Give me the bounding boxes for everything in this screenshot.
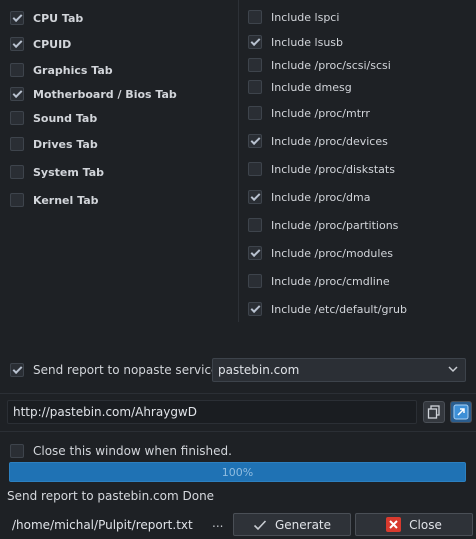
tab-checkbox[interactable]	[10, 111, 24, 125]
paste-url-value: http://pastebin.com/AhraygwD	[13, 405, 197, 419]
tab-label: Drives Tab	[33, 137, 98, 151]
tabs-panel: CPU Tab CPUID Graphics Tab Motherboard / Bi…	[0, 0, 238, 322]
include-checkbox[interactable]	[248, 218, 262, 232]
generate-label: Generate	[274, 517, 332, 532]
divider	[0, 393, 476, 394]
tab-row[interactable]: Graphics Tab	[10, 59, 113, 81]
nopaste-label: Send report to nopaste service:	[33, 363, 223, 377]
include-checkbox[interactable]	[248, 80, 262, 94]
tab-label: Graphics Tab	[33, 63, 113, 77]
close-when-finished-row[interactable]: Close this window when finished.	[10, 440, 232, 462]
progress-bar: 100%	[9, 462, 466, 482]
copy-icon	[427, 405, 440, 419]
close-label: Close	[409, 517, 442, 532]
status-text: Send report to pastebin.com Done	[7, 489, 215, 503]
include-checkbox[interactable]	[248, 134, 262, 148]
close-when-finished-checkbox[interactable]	[10, 444, 24, 458]
nopaste-service-value: pastebin.com	[218, 363, 300, 377]
include-label: Include lspci	[271, 10, 340, 24]
tab-label: Sound Tab	[33, 111, 98, 125]
include-row[interactable]: Include /proc/modules	[248, 242, 393, 264]
report-path-field[interactable]: /home/michal/Pulpit/report.txt	[7, 514, 228, 536]
include-label: Include dmesg	[271, 80, 352, 94]
nopaste-checkbox[interactable]	[10, 363, 24, 377]
include-row[interactable]: Include lsusb	[248, 31, 343, 53]
open-url-button[interactable]	[450, 401, 472, 423]
close-icon	[386, 517, 402, 532]
tab-row[interactable]: Kernel Tab	[10, 189, 99, 211]
tab-row[interactable]: CPUID	[10, 33, 71, 55]
include-row[interactable]: Include /proc/scsi/scsi	[248, 54, 391, 76]
tab-row[interactable]: CPU Tab	[10, 7, 83, 29]
report-path-value: /home/michal/Pulpit/report.txt	[12, 518, 193, 532]
tab-row[interactable]: Sound Tab	[10, 107, 97, 129]
include-row[interactable]: Include /proc/mtrr	[248, 102, 370, 124]
tab-row[interactable]: Motherboard / Bios Tab	[10, 83, 177, 105]
open-link-icon	[453, 404, 469, 420]
include-label: Include /proc/mtrr	[271, 106, 370, 120]
include-label: Include /proc/devices	[271, 134, 388, 148]
vertical-divider	[238, 0, 239, 322]
tab-label: CPUID	[33, 37, 72, 51]
include-label: Include lsusb	[271, 35, 344, 49]
tab-checkbox[interactable]	[10, 11, 24, 25]
tab-checkbox[interactable]	[10, 63, 24, 77]
nopaste-service-select[interactable]: pastebin.com	[212, 358, 466, 382]
chevron-down-icon	[448, 366, 458, 373]
browse-path-button[interactable]: ...	[212, 516, 223, 530]
tab-label: System Tab	[33, 165, 105, 179]
include-row[interactable]: Include /proc/dma	[248, 186, 370, 208]
include-checkbox[interactable]	[248, 35, 262, 49]
nopaste-checkbox-row[interactable]: Send report to nopaste service:	[10, 358, 222, 382]
progress-text: 100%	[221, 465, 254, 479]
include-row[interactable]: Include /proc/diskstats	[248, 158, 395, 180]
tab-checkbox[interactable]	[10, 193, 24, 207]
include-label: Include /proc/dma	[271, 190, 371, 204]
include-row[interactable]: Include /proc/devices	[248, 130, 388, 152]
includes-panel: Include lspci Include lsusb Include /proc/…	[241, 0, 476, 322]
tab-checkbox[interactable]	[10, 37, 24, 51]
include-checkbox[interactable]	[248, 274, 262, 288]
generate-button[interactable]: Generate	[233, 513, 351, 536]
tab-row[interactable]: Drives Tab	[10, 133, 98, 155]
tab-label: Kernel Tab	[33, 193, 99, 207]
include-checkbox[interactable]	[248, 246, 262, 260]
include-label: Include /proc/scsi/scsi	[271, 58, 391, 72]
tab-checkbox[interactable]	[10, 87, 24, 101]
paste-url-field[interactable]: http://pastebin.com/AhraygwD	[7, 400, 417, 424]
include-label: Include /proc/cmdline	[271, 274, 390, 288]
divider	[0, 431, 476, 432]
close-when-finished-label: Close this window when finished.	[33, 444, 232, 458]
include-label: Include /proc/modules	[271, 246, 393, 260]
check-icon	[253, 519, 267, 531]
include-checkbox[interactable]	[248, 190, 262, 204]
include-row[interactable]: Include /proc/partitions	[248, 214, 398, 236]
include-label: Include /proc/partitions	[271, 218, 399, 232]
include-label: Include /proc/diskstats	[271, 162, 395, 176]
tab-row[interactable]: System Tab	[10, 161, 104, 183]
include-row[interactable]: Include dmesg	[248, 76, 352, 98]
include-checkbox[interactable]	[248, 162, 262, 176]
include-row[interactable]: Include /proc/cmdline	[248, 270, 390, 292]
copy-url-button[interactable]	[423, 401, 445, 423]
include-checkbox[interactable]	[248, 58, 262, 72]
tab-label: CPU Tab	[33, 11, 84, 25]
tab-checkbox[interactable]	[10, 137, 24, 151]
include-checkbox[interactable]	[248, 302, 262, 316]
include-row[interactable]: Include lspci	[248, 6, 339, 28]
close-button[interactable]: Close	[355, 513, 473, 536]
include-checkbox[interactable]	[248, 106, 262, 120]
include-row[interactable]: Include /etc/default/grub	[248, 298, 407, 320]
tab-checkbox[interactable]	[10, 165, 24, 179]
include-checkbox[interactable]	[248, 10, 262, 24]
include-label: Include /etc/default/grub	[271, 302, 407, 316]
tab-label: Motherboard / Bios Tab	[33, 87, 177, 101]
